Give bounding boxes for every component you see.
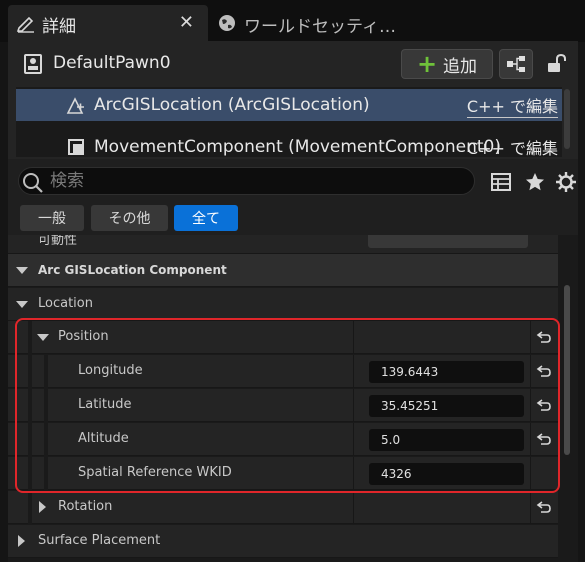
column-divider [530,423,531,456]
mobility-row: 可動性 [8,235,558,254]
indent-guide [44,355,48,388]
indent-guide [44,423,48,456]
filter-other-button[interactable]: その他 [91,205,168,231]
pawn-icon [24,54,42,74]
actor-name: DefaultPawn0 [53,53,171,73]
tree-scrollbar[interactable] [564,89,570,149]
search-icon [23,173,43,193]
column-divider [530,457,531,490]
reset-to-default-icon[interactable] [536,398,552,412]
table-view-icon[interactable] [490,171,512,193]
caret-right-icon [39,501,46,513]
column-divider [353,355,354,388]
indent-guide [28,321,32,354]
group-label: Position [58,329,109,344]
category-label: Location [38,296,93,311]
tab-details[interactable]: 詳細 ✕ [8,5,208,41]
edit-in-cpp-link[interactable]: C++ で編集 [467,135,558,158]
group-position[interactable]: Position [8,321,558,354]
gear-icon[interactable] [555,171,577,193]
blueprint-hierarchy-icon [507,56,525,72]
component-label: ArcGISLocation (ArcGISLocation) [94,95,370,115]
category-surface-placement[interactable]: Surface Placement [8,525,558,558]
column-divider [530,321,531,354]
altitude-input[interactable]: 5.0 [369,429,524,451]
blueprint-button[interactable] [499,49,533,79]
indent-guide [28,389,32,422]
mobility-label: 可動性 [38,235,78,248]
reset-to-default-icon[interactable] [536,500,552,514]
property-altitude: Altitude 5.0 [8,423,558,456]
tab-details-label: 詳細 [42,17,76,37]
actor-header: DefaultPawn0 + 追加 [8,41,578,87]
mobility-toggle[interactable] [368,235,528,248]
movement-component-icon [68,139,84,155]
caret-down-icon [37,334,49,341]
star-icon[interactable] [524,171,546,193]
wkid-label: Spatial Reference WKID [78,465,232,480]
add-component-button[interactable]: + 追加 [401,49,493,79]
lock-icon[interactable] [545,52,569,76]
column-divider [353,321,354,354]
column-divider [530,355,531,388]
altitude-label: Altitude [78,431,129,446]
group-rotation[interactable]: Rotation [8,491,558,524]
longitude-input[interactable]: 139.6443 [369,361,524,383]
column-divider [353,423,354,456]
component-label: MovementComponent (MovementComponent0) [94,137,501,157]
tab-bar: 詳細 ✕ ワールドセッティ… [0,0,585,42]
indent-guide [28,491,32,524]
group-label: Rotation [58,499,113,514]
component-tree: ArcGISLocation (ArcGISLocation) C++ で編集 … [16,87,562,157]
plus-icon: + [416,50,438,78]
wkid-input[interactable]: 4326 [369,463,524,485]
section-title: Arc GISLocation Component [38,263,227,277]
indent-guide [28,355,32,388]
indent-guide [44,457,48,490]
property-spatial-reference-wkid: Spatial Reference WKID 4326 [8,457,558,490]
indent-guide [28,457,32,490]
caret-down-icon [16,301,28,308]
edit-in-cpp-link[interactable]: C++ で編集 [466,93,558,118]
pencil-icon [16,16,34,33]
caret-down-icon [16,267,28,274]
indent-guide [44,389,48,422]
search-bar [8,159,578,209]
filter-general-button[interactable]: 一般 [20,205,84,231]
location-component-icon [66,97,84,114]
details-scrollbar[interactable] [564,285,570,455]
component-arcgislocation[interactable]: ArcGISLocation (ArcGISLocation) C++ で編集 [16,89,562,121]
indent-guide [28,423,32,456]
globe-icon [219,15,235,31]
add-component-label: 追加 [443,56,478,77]
property-latitude: Latitude 35.45251 [8,389,558,422]
longitude-label: Longitude [78,363,143,378]
property-longitude: Longitude 139.6443 [8,355,558,388]
search-input[interactable] [50,167,450,195]
close-icon[interactable]: ✕ [179,12,194,33]
property-list: 可動性 Arc GISLocation Component Location P… [8,235,578,562]
column-divider [530,491,531,524]
tab-world-settings-label: ワールドセッティ… [244,17,396,37]
latitude-input[interactable]: 35.45251 [369,395,524,417]
column-divider [353,491,354,524]
category-location[interactable]: Location [8,288,558,321]
column-divider [530,389,531,422]
column-divider [353,457,354,490]
latitude-label: Latitude [78,397,132,412]
category-label: Surface Placement [38,533,161,548]
filter-bar: 一般 その他 全て [8,203,578,235]
component-movement[interactable]: MovementComponent (MovementComponent0) C… [16,131,562,157]
section-arcgis-location-component[interactable]: Arc GISLocation Component [8,254,558,287]
tab-world-settings[interactable]: ワールドセッティ… [210,5,396,41]
filter-all-button[interactable]: 全て [174,205,238,231]
reset-to-default-icon[interactable] [536,432,552,446]
caret-right-icon [18,535,25,547]
reset-to-default-icon[interactable] [536,364,552,378]
reset-to-default-icon[interactable] [536,330,552,344]
column-divider [353,389,354,422]
details-panel: DefaultPawn0 + 追加 ArcGISLocation (ArcGIS… [8,41,578,562]
